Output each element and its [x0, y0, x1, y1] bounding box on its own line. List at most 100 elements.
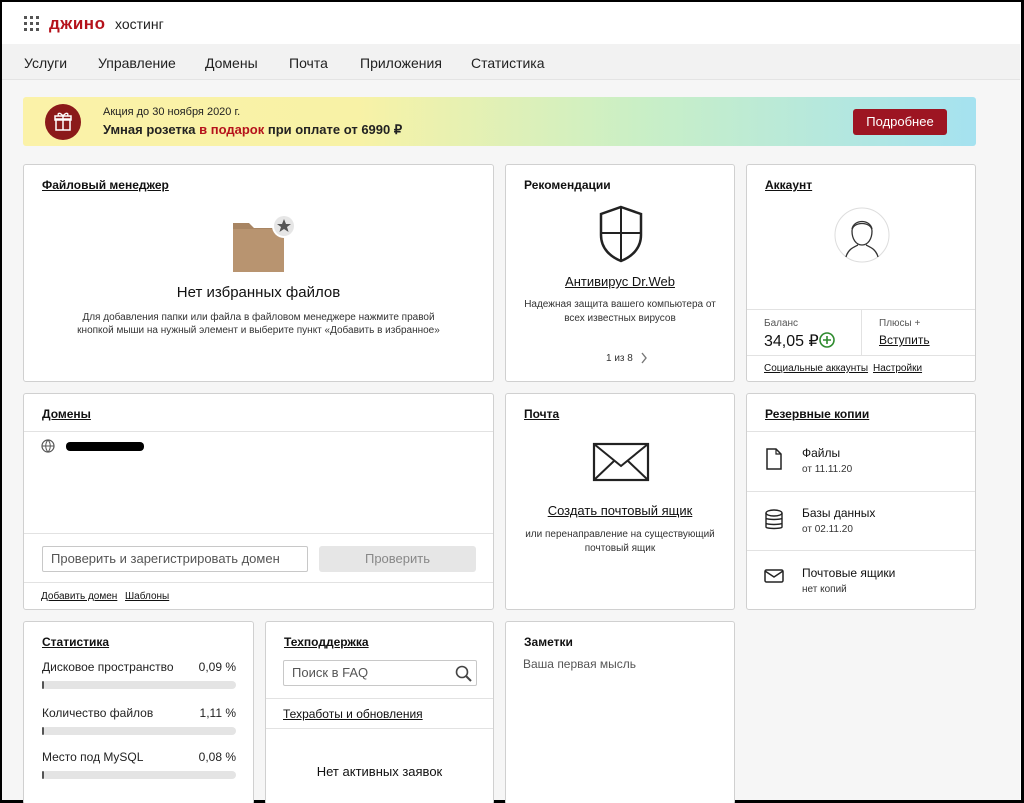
promo-date: Акция до 30 ноября 2020 г.: [103, 106, 241, 118]
globe-icon: [41, 439, 55, 458]
redacted-domain[interactable]: [66, 442, 144, 451]
file-manager-card: Файловый менеджер Нет избранных файлов Д…: [23, 164, 494, 382]
domain-check-input[interactable]: Проверить и зарегистрировать домен: [42, 546, 308, 572]
database-icon: [765, 509, 783, 536]
backups-card: Резервные копии Файлы от 11.11.20 Базы д…: [746, 393, 976, 610]
domain-check-button[interactable]: Проверить: [319, 546, 476, 572]
recommendations-card: Рекомендации Антивирус Dr.Web Надежная з…: [505, 164, 735, 382]
stat-files-value: 1,11 %: [199, 706, 236, 720]
file-manager-empty-title: Нет избранных файлов: [176, 284, 341, 301]
statistics-card: Статистика Дисковое пространство 0,09 % …: [23, 621, 254, 803]
domains-divider-mid: [24, 533, 493, 534]
backups-divider-1: [747, 431, 975, 432]
social-accounts-link[interactable]: Социальные аккаунты: [764, 363, 868, 374]
gift-icon: [45, 104, 81, 140]
file-manager-empty-desc-1: Для добавления папки или файла в файлово…: [82, 312, 435, 323]
nav-item-management[interactable]: Управление: [98, 55, 176, 71]
plus-label: Плюсы +: [879, 318, 921, 329]
promo-headline-suffix: при оплате от 6990 ₽: [264, 122, 403, 137]
account-title[interactable]: Аккаунт: [765, 178, 812, 192]
create-mailbox-link[interactable]: Создать почтовый ящик: [506, 503, 734, 518]
file-manager-title[interactable]: Файловый менеджер: [42, 178, 169, 192]
recommendation-pager: 1 из 8: [606, 353, 633, 364]
recommendations-title: Рекомендации: [524, 178, 611, 192]
nav-item-services[interactable]: Услуги: [24, 55, 67, 71]
stat-mysql-bar: [42, 771, 236, 779]
account-divider-vertical: [861, 309, 862, 355]
search-icon[interactable]: [455, 665, 472, 687]
account-card: Аккаунт Баланс 34,05 ₽ Плюсы + Вступить …: [746, 164, 976, 382]
balance-label: Баланс: [764, 318, 799, 329]
mail-card: Почта Создать почтовый ящик или перенапр…: [505, 393, 735, 610]
support-divider-1: [266, 698, 493, 699]
backups-title[interactable]: Резервные копии: [765, 407, 869, 421]
backup-mailboxes-name[interactable]: Почтовые ящики: [802, 566, 895, 580]
domains-divider-top: [24, 431, 493, 432]
promo-details-button[interactable]: Подробнее: [853, 109, 947, 135]
stat-files-label: Количество файлов: [42, 706, 154, 720]
stat-mysql-label: Место под MySQL: [42, 750, 144, 764]
nav-item-domains[interactable]: Домены: [205, 55, 258, 71]
mail-title[interactable]: Почта: [524, 407, 559, 421]
support-card: Техподдержка Поиск в FAQ Техработы и обн…: [265, 621, 494, 803]
nav-item-statistics[interactable]: Статистика: [471, 55, 545, 71]
envelope-icon: [592, 442, 650, 487]
templates-link[interactable]: Шаблоны: [125, 591, 169, 602]
promo-banner: Акция до 30 ноября 2020 г. Умная розетка…: [23, 97, 976, 146]
domains-card: Домены Проверить и зарегистрировать доме…: [23, 393, 494, 610]
notes-card: Заметки Ваша первая мысль: [505, 621, 735, 803]
main-nav: Услуги Управление Домены Почта Приложени…: [2, 44, 1020, 80]
mail-desc-1: или перенаправление на существующий: [525, 529, 715, 540]
settings-link[interactable]: Настройки: [873, 363, 922, 374]
domains-divider-bottom: [24, 582, 493, 583]
backups-divider-2: [747, 491, 975, 492]
backup-files-name[interactable]: Файлы: [802, 446, 840, 460]
backup-databases-date: от 02.11.20: [802, 524, 853, 535]
logo-subtitle: хостинг: [115, 16, 164, 32]
account-divider-bottom: [747, 355, 975, 356]
balance-value: 34,05 ₽: [764, 333, 819, 350]
promo-headline: Умная розетка в подарок при оплате от 69…: [103, 122, 402, 138]
chevron-right-icon[interactable]: [640, 351, 648, 369]
notes-textarea[interactable]: Ваша первая мысль: [523, 657, 636, 671]
shield-icon: [598, 205, 644, 268]
nav-item-applications[interactable]: Приложения: [360, 55, 442, 71]
recommendation-link[interactable]: Антивирус Dr.Web: [506, 274, 734, 289]
folder-star-icon: [232, 213, 300, 280]
avatar[interactable]: [834, 207, 890, 268]
backup-mailboxes-date: нет копий: [802, 584, 847, 595]
recommendation-desc-2: всех известных вирусов: [564, 313, 676, 324]
nav-item-mail[interactable]: Почта: [289, 55, 328, 71]
mail-desc-2: почтовый ящик: [584, 543, 656, 554]
faq-search-input[interactable]: Поиск в FAQ: [283, 660, 477, 686]
support-empty: Нет активных заявок: [316, 764, 443, 779]
stat-mysql-value: 0,08 %: [198, 750, 236, 764]
stat-disk-bar-fill: [42, 681, 44, 689]
stat-disk-bar: [42, 681, 236, 689]
mailbox-icon: [764, 569, 784, 588]
top-bar: джино хостинг: [2, 2, 1020, 44]
add-domain-link[interactable]: Добавить домен: [41, 591, 117, 602]
backups-divider-3: [747, 550, 975, 551]
stat-files-bar-fill: [42, 727, 44, 735]
backup-databases-name[interactable]: Базы данных: [802, 506, 875, 520]
backup-files-date: от 11.11.20: [802, 464, 853, 475]
logo[interactable]: джино: [49, 14, 105, 34]
file-manager-empty-desc-2: кнопкой мыши на нужный элемент и выберит…: [77, 325, 440, 336]
domains-title[interactable]: Домены: [42, 407, 91, 421]
plus-join-link[interactable]: Вступить: [879, 333, 930, 347]
support-title[interactable]: Техподдержка: [284, 635, 369, 649]
notes-title: Заметки: [524, 635, 573, 649]
stat-files-bar: [42, 727, 236, 735]
stat-disk-label: Дисковое пространство: [42, 660, 174, 674]
stat-disk-value: 0,09 %: [198, 660, 236, 674]
promo-headline-prefix: Умная розетка: [103, 122, 200, 137]
add-balance-icon[interactable]: [819, 332, 835, 353]
statistics-title[interactable]: Статистика: [42, 635, 109, 649]
recommendation-desc-1: Надежная защита вашего компьютера от: [524, 299, 716, 310]
maintenance-link[interactable]: Техработы и обновления: [283, 707, 423, 721]
promo-headline-highlight: в подарок: [199, 122, 265, 137]
stat-mysql-bar-fill: [42, 771, 44, 779]
file-icon: [766, 448, 782, 475]
apps-grid-icon[interactable]: [24, 16, 40, 32]
